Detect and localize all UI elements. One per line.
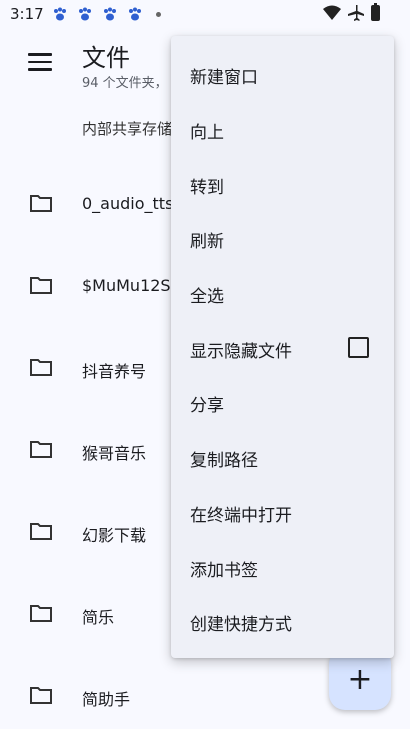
menu-item-label: 复制路径 xyxy=(190,451,258,471)
menu-item-share[interactable]: 分享 xyxy=(171,374,394,428)
menu-item-add-bookmark[interactable]: 添加书签 xyxy=(171,539,394,593)
menu-item-label: 创建快捷方式 xyxy=(190,615,292,635)
menu-item-refresh[interactable]: 刷新 xyxy=(171,210,394,264)
paw-icon xyxy=(128,7,141,21)
show-hidden-checkbox[interactable] xyxy=(348,337,369,358)
menu-item-copy-path[interactable]: 复制路径 xyxy=(171,429,394,483)
paw-icon xyxy=(53,7,66,21)
status-icons xyxy=(323,3,380,22)
folder-icon xyxy=(30,359,52,376)
battery-icon xyxy=(371,3,380,21)
hamburger-menu-icon[interactable] xyxy=(28,53,52,73)
status-bar: 3:17 xyxy=(0,0,410,28)
file-name: 简助手 xyxy=(82,690,131,709)
folder-icon xyxy=(30,277,52,294)
menu-item-label: 转到 xyxy=(190,178,224,198)
menu-item-label: 全选 xyxy=(190,287,224,307)
menu-item-label: 显示隐藏文件 xyxy=(190,342,292,362)
folder-icon xyxy=(30,523,52,540)
menu-item-label: 在终端中打开 xyxy=(190,506,292,526)
file-name: 简乐 xyxy=(82,608,115,627)
menu-item-open-terminal[interactable]: 在终端中打开 xyxy=(171,484,394,538)
page-subtitle: 94 个文件夹， xyxy=(82,76,168,91)
menu-item-label: 新建窗口 xyxy=(190,68,258,88)
paw-icon xyxy=(78,7,91,21)
breadcrumb[interactable]: 内部共享存储 xyxy=(82,118,172,139)
menu-item-select-all[interactable]: 全选 xyxy=(171,265,394,319)
folder-icon xyxy=(30,605,52,622)
wifi-icon xyxy=(323,5,341,20)
menu-item-show-hidden[interactable]: 显示隐藏文件 xyxy=(171,320,394,374)
menu-item-label: 添加书签 xyxy=(190,561,258,581)
file-name: 0_audio_tts xyxy=(82,194,174,213)
page-title: 文件 xyxy=(82,44,130,72)
menu-item-label: 刷新 xyxy=(190,232,224,252)
status-time: 3:17 xyxy=(10,5,44,23)
airplane-icon xyxy=(348,5,364,21)
file-name: 抖音养号 xyxy=(82,362,147,381)
file-name: 幻影下载 xyxy=(82,526,147,545)
menu-item-label: 分享 xyxy=(190,396,224,416)
notification-dot-icon xyxy=(155,11,161,17)
file-name: $MuMu12S xyxy=(82,276,171,295)
menu-item-label: 向上 xyxy=(190,123,224,143)
menu-item-go-to[interactable]: 转到 xyxy=(171,156,394,210)
menu-item-up[interactable]: 向上 xyxy=(171,101,394,155)
file-name: 猴哥音乐 xyxy=(82,444,147,463)
menu-item-create-shortcut[interactable]: 创建快捷方式 xyxy=(171,593,394,647)
plus-icon: + xyxy=(347,661,373,697)
folder-icon xyxy=(30,441,52,458)
menu-item-new-window[interactable]: 新建窗口 xyxy=(171,46,394,100)
folder-icon xyxy=(30,687,52,704)
overflow-menu: 新建窗口 向上 转到 刷新 全选 显示隐藏文件 分享 复制路径 在终端中打开 添… xyxy=(171,36,394,658)
paw-icon xyxy=(103,7,116,21)
folder-icon xyxy=(30,195,52,212)
